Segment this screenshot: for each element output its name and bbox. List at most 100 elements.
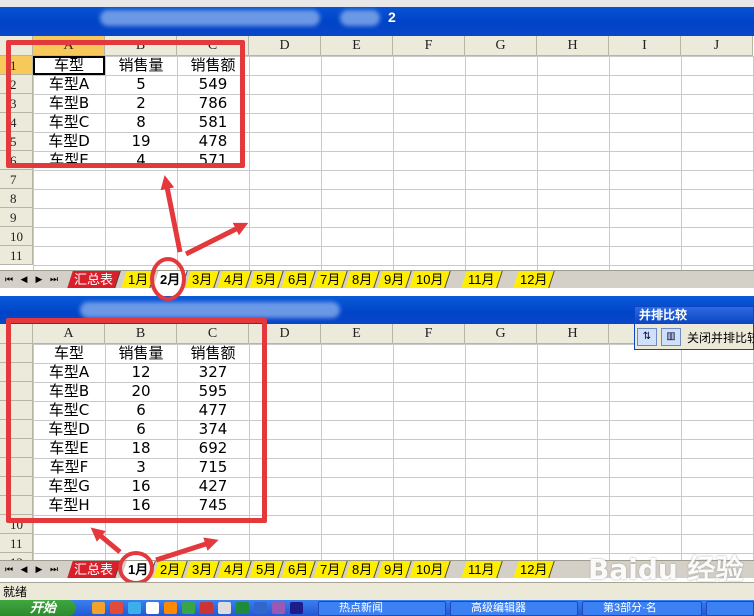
taskbar-task[interactable]: 高级编辑器: [450, 601, 578, 616]
quicklaunch-icon[interactable]: [164, 602, 177, 614]
start-button[interactable]: 开始: [0, 600, 76, 616]
row-header[interactable]: 7: [0, 170, 33, 189]
annotation-circle-jan-tab: [118, 551, 154, 585]
quicklaunch-icon[interactable]: [182, 602, 195, 614]
sheet-tab-label: 8月: [352, 272, 373, 287]
sheet-tab[interactable]: 12月: [513, 271, 556, 288]
sheet-tab-label: 3月: [192, 562, 213, 577]
sheet-tab-label: 汇总表: [74, 562, 114, 577]
sheet-tab[interactable]: 5月: [249, 271, 284, 288]
prev-sheet-icon[interactable]: ◀: [18, 563, 30, 575]
quicklaunch-icon[interactable]: [146, 602, 159, 614]
row-header[interactable]: 10: [0, 227, 33, 246]
sheet-tab[interactable]: 6月: [281, 561, 316, 578]
quicklaunch-icon[interactable]: [290, 602, 303, 614]
sheet-tab[interactable]: 3月: [185, 561, 220, 578]
row-header[interactable]: 11: [0, 534, 33, 553]
watermark: Baidu 经验: [588, 553, 744, 586]
quicklaunch-icon[interactable]: [128, 602, 141, 614]
last-sheet-icon[interactable]: ⏭: [48, 563, 60, 575]
sheet-tab[interactable]: 11月: [461, 561, 503, 578]
column-header[interactable]: G: [465, 36, 537, 56]
close-compare-button[interactable]: 关闭并排比较: [687, 329, 754, 346]
column-header[interactable]: D: [249, 36, 321, 56]
taskbar-task[interactable]: 第3部分·名: [582, 601, 702, 616]
prev-sheet-icon[interactable]: ◀: [18, 273, 30, 285]
sync-scroll-icon[interactable]: ⇅: [637, 328, 657, 346]
sheet-tab[interactable]: 4月: [217, 271, 252, 288]
sheet-tab-label: 3月: [192, 272, 213, 287]
top-sheet-tab-bar: ⏮ ◀ ▶ ⏭ 汇总表 1月 2月 3月 4月 5月 6月 7月 8月 9月 10月 11月 12月: [0, 270, 754, 288]
next-sheet-icon[interactable]: ▶: [33, 563, 45, 575]
annotation-box-bottom-table: [6, 318, 267, 523]
start-label: 开始: [30, 600, 57, 615]
blurred-title-text: [80, 302, 340, 318]
sheet-tab-label: 5月: [256, 272, 277, 287]
column-header[interactable]: J: [681, 36, 753, 56]
sheet-tab[interactable]: 8月: [345, 271, 380, 288]
sheet-tab[interactable]: 9月: [377, 271, 412, 288]
next-sheet-icon[interactable]: ▶: [33, 273, 45, 285]
column-header[interactable]: H: [537, 36, 609, 56]
sheet-tab-label: 9月: [384, 562, 405, 577]
sheet-tab-label: 10月: [416, 272, 444, 287]
sheet-tab-label: 6月: [288, 272, 309, 287]
quicklaunch-icon[interactable]: [92, 602, 105, 614]
sheet-tab[interactable]: 11月: [461, 271, 503, 288]
sheet-tab[interactable]: 3月: [185, 271, 220, 288]
sheet-tab-label: 4月: [224, 272, 245, 287]
sheet-tab-label: 汇总表: [74, 272, 114, 287]
sheet-tab[interactable]: 2月: [153, 561, 188, 578]
sheet-tab-label: 10月: [416, 562, 444, 577]
sheet-tab[interactable]: 汇总表: [67, 271, 121, 288]
sheet-tab[interactable]: 7月: [313, 271, 348, 288]
status-text: 就绪: [3, 585, 28, 599]
sheet-tab[interactable]: 6月: [281, 271, 316, 288]
quicklaunch-icon[interactable]: [236, 602, 249, 614]
sheet-tab[interactable]: 9月: [377, 561, 412, 578]
title-suffix: 2: [388, 9, 396, 25]
blurred-title-text: [100, 10, 320, 26]
compare-toolbar-title: 并排比较: [635, 307, 753, 324]
column-header[interactable]: I: [609, 36, 681, 56]
sheet-tab-label: 1月: [128, 272, 149, 287]
sheet-tab-label: 6月: [288, 562, 309, 577]
compare-side-by-side-toolbar: 并排比较 ⇅ ▥ 关闭并排比较: [634, 306, 754, 350]
blurred-title-text: [340, 10, 380, 26]
sheet-tab[interactable]: 12月: [513, 561, 556, 578]
column-header[interactable]: H: [537, 324, 609, 344]
quicklaunch-icon[interactable]: [272, 602, 285, 614]
sheet-tab[interactable]: 7月: [313, 561, 348, 578]
quicklaunch-icon[interactable]: [110, 602, 123, 614]
taskbar-task[interactable]: [706, 601, 754, 616]
top-title-bar[interactable]: 2: [0, 0, 754, 36]
first-sheet-icon[interactable]: ⏮: [3, 563, 15, 575]
column-header[interactable]: E: [321, 324, 393, 344]
sheet-tab[interactable]: 汇总表: [67, 561, 121, 578]
row-header[interactable]: 9: [0, 208, 33, 227]
column-header[interactable]: G: [465, 324, 537, 344]
column-header[interactable]: E: [321, 36, 393, 56]
last-sheet-icon[interactable]: ⏭: [48, 273, 60, 285]
sheet-tab-label: 7月: [320, 562, 341, 577]
sheet-tab[interactable]: 10月: [409, 561, 452, 578]
row-header[interactable]: 11: [0, 246, 33, 265]
sheet-tab[interactable]: 5月: [249, 561, 284, 578]
sheet-tab[interactable]: 4月: [217, 561, 252, 578]
row-header[interactable]: 8: [0, 189, 33, 208]
windows-taskbar: 开始 热点新闻 高级编辑器 第3部分·名: [0, 600, 754, 616]
quicklaunch-icon[interactable]: [218, 602, 231, 614]
sheet-tab-label: 8月: [352, 562, 373, 577]
sheet-tab-label: 5月: [256, 562, 277, 577]
sheet-tab-label: 4月: [224, 562, 245, 577]
quicklaunch-icon[interactable]: [254, 602, 267, 614]
column-header[interactable]: F: [393, 36, 465, 56]
sheet-tab[interactable]: 8月: [345, 561, 380, 578]
reset-window-position-icon[interactable]: ▥: [661, 328, 681, 346]
column-header[interactable]: F: [393, 324, 465, 344]
taskbar-task[interactable]: 热点新闻: [318, 601, 446, 616]
sheet-tab[interactable]: 10月: [409, 271, 452, 288]
first-sheet-icon[interactable]: ⏮: [3, 273, 15, 285]
sheet-tab-label: 11月: [468, 272, 495, 287]
quicklaunch-icon[interactable]: [200, 602, 213, 614]
